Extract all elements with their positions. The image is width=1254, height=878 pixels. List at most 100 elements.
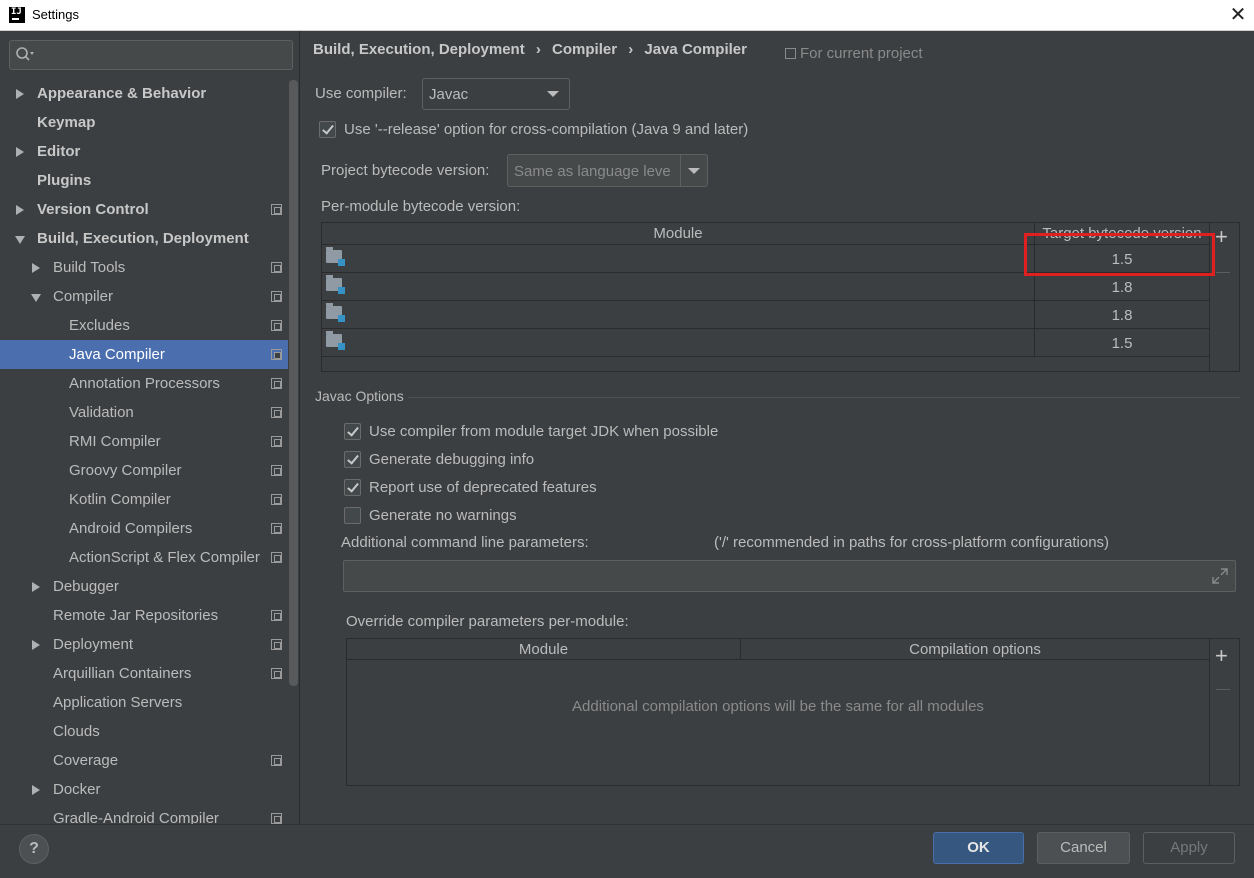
chevron-right-icon[interactable] <box>16 205 24 215</box>
table-row[interactable]: 1.5 <box>322 329 1209 357</box>
ok-button[interactable]: OK <box>933 832 1024 864</box>
column-header-module[interactable]: Module <box>322 225 1034 242</box>
sidebar-item-label: Groovy Compiler <box>69 462 182 479</box>
sidebar-item[interactable]: Keymap <box>0 108 288 137</box>
sidebar-item-label: Validation <box>69 404 134 421</box>
sidebar-item-label: Excludes <box>69 317 130 334</box>
sidebar-item-label: Keymap <box>37 114 96 131</box>
sidebar-item[interactable]: Remote Jar Repositories <box>0 601 288 630</box>
project-scope-icon <box>271 465 282 476</box>
cmd-params-input[interactable] <box>343 560 1236 592</box>
sidebar-item[interactable]: Deployment <box>0 630 288 659</box>
project-scope-icon <box>271 378 282 389</box>
chevron-right-icon[interactable] <box>16 147 24 157</box>
sidebar-item-label: Deployment <box>53 636 134 653</box>
toolbar-divider <box>1209 639 1210 785</box>
chevron-down-icon[interactable] <box>15 236 25 244</box>
sidebar-item[interactable]: Validation <box>0 398 288 427</box>
module-folder-icon <box>326 247 345 266</box>
add-override-button[interactable]: + <box>1215 645 1228 667</box>
column-header-compilation-options[interactable]: Compilation options <box>741 641 1209 658</box>
sidebar-item[interactable]: Appearance & Behavior <box>0 79 288 108</box>
sidebar-scrollbar[interactable] <box>289 80 298 686</box>
javac-option-checkbox[interactable] <box>344 423 361 440</box>
sidebar-item-label: Compiler <box>53 288 114 305</box>
use-compiler-value: Javac <box>429 86 469 103</box>
sidebar-item[interactable]: Java Compiler <box>0 340 288 369</box>
add-module-button[interactable]: + <box>1215 226 1228 248</box>
sidebar-item[interactable]: Clouds <box>0 717 288 746</box>
chevron-down-icon[interactable] <box>31 294 41 302</box>
settings-sidebar: Appearance & Behavior Keymap Editor Plugins… <box>0 31 300 824</box>
chevron-right-icon[interactable] <box>16 89 24 99</box>
sidebar-item[interactable]: Excludes <box>0 311 288 340</box>
settings-search-input[interactable] <box>9 40 293 70</box>
sidebar-item[interactable]: Version Control <box>0 195 288 224</box>
project-bytecode-value: Same as language leve <box>514 163 671 180</box>
sidebar-item[interactable]: Annotation Processors <box>0 369 288 398</box>
close-window-button[interactable]: ✕ <box>1226 3 1250 27</box>
javac-option-checkbox[interactable] <box>344 507 361 524</box>
javac-option-checkbox[interactable] <box>344 451 361 468</box>
sidebar-item-label: Clouds <box>53 723 100 740</box>
sidebar-item-label: ActionScript & Flex Compiler <box>69 549 260 566</box>
breadcrumb-item[interactable]: Compiler <box>552 41 617 58</box>
sidebar-item[interactable]: Plugins <box>0 166 288 195</box>
column-header-module[interactable]: Module <box>347 641 740 658</box>
chevron-right-icon[interactable] <box>32 640 40 650</box>
sidebar-item[interactable]: Debugger <box>0 572 288 601</box>
help-button[interactable]: ? <box>19 834 49 864</box>
chevron-right-icon[interactable] <box>32 582 40 592</box>
javac-option-label: Generate no warnings <box>369 507 517 524</box>
sidebar-item[interactable]: Editor <box>0 137 288 166</box>
module-folder-icon <box>326 275 345 294</box>
project-scope-icon <box>271 523 282 534</box>
javac-option-label: Report use of deprecated features <box>369 479 597 496</box>
cancel-button[interactable]: Cancel <box>1037 832 1130 864</box>
apply-button[interactable]: Apply <box>1143 832 1235 864</box>
sidebar-item-label: Kotlin Compiler <box>69 491 171 508</box>
sidebar-item[interactable]: Compiler <box>0 282 288 311</box>
chevron-right-icon[interactable] <box>32 263 40 273</box>
sidebar-item-label: Debugger <box>53 578 119 595</box>
remove-module-button[interactable]: — <box>1216 263 1230 279</box>
sidebar-item-label: Annotation Processors <box>69 375 220 392</box>
target-version-cell[interactable]: 1.5 <box>1035 335 1209 352</box>
chevron-down-icon <box>688 168 700 174</box>
project-scope-icon <box>271 668 282 679</box>
release-option-checkbox[interactable] <box>319 121 336 138</box>
breadcrumb-separator: › <box>628 41 634 58</box>
sidebar-item[interactable]: Coverage <box>0 746 288 775</box>
project-scope-icon <box>271 813 282 824</box>
sidebar-item[interactable]: RMI Compiler <box>0 427 288 456</box>
project-scope-icon <box>271 610 282 621</box>
sidebar-item[interactable]: Build Tools <box>0 253 288 282</box>
project-scope-icon <box>271 291 282 302</box>
sidebar-item[interactable]: Docker <box>0 775 288 804</box>
javac-option-checkbox[interactable] <box>344 479 361 496</box>
table-row[interactable]: 1.8 <box>322 301 1209 329</box>
table-row[interactable]: 1.8 <box>322 273 1209 301</box>
project-scope-icon <box>271 552 282 563</box>
sidebar-item[interactable]: Android Compilers <box>0 514 288 543</box>
chevron-right-icon[interactable] <box>32 785 40 795</box>
intellij-app-icon: IJ <box>9 7 25 23</box>
target-version-cell[interactable]: 1.8 <box>1035 279 1209 296</box>
remove-override-button[interactable]: — <box>1216 680 1230 696</box>
target-version-cell[interactable]: 1.8 <box>1035 307 1209 324</box>
project-scope-icon <box>271 639 282 650</box>
javac-options-title: Javac Options <box>315 388 404 404</box>
sidebar-item[interactable]: Groovy Compiler <box>0 456 288 485</box>
sidebar-item[interactable]: Gradle-Android Compiler <box>0 804 288 824</box>
use-compiler-dropdown[interactable]: Javac <box>422 78 570 110</box>
project-bytecode-dropdown[interactable]: Same as language leve <box>507 154 708 187</box>
expand-icon[interactable] <box>1212 568 1228 584</box>
sidebar-item[interactable]: Kotlin Compiler <box>0 485 288 514</box>
module-folder-icon <box>326 303 345 322</box>
sidebar-item[interactable]: ActionScript & Flex Compiler <box>0 543 288 572</box>
sidebar-item[interactable]: Build, Execution, Deployment <box>0 224 288 253</box>
breadcrumb-item[interactable]: Build, Execution, Deployment <box>313 41 525 58</box>
sidebar-item[interactable]: Arquillian Containers <box>0 659 288 688</box>
sidebar-item[interactable]: Application Servers <box>0 688 288 717</box>
project-scope-icon <box>271 349 282 360</box>
